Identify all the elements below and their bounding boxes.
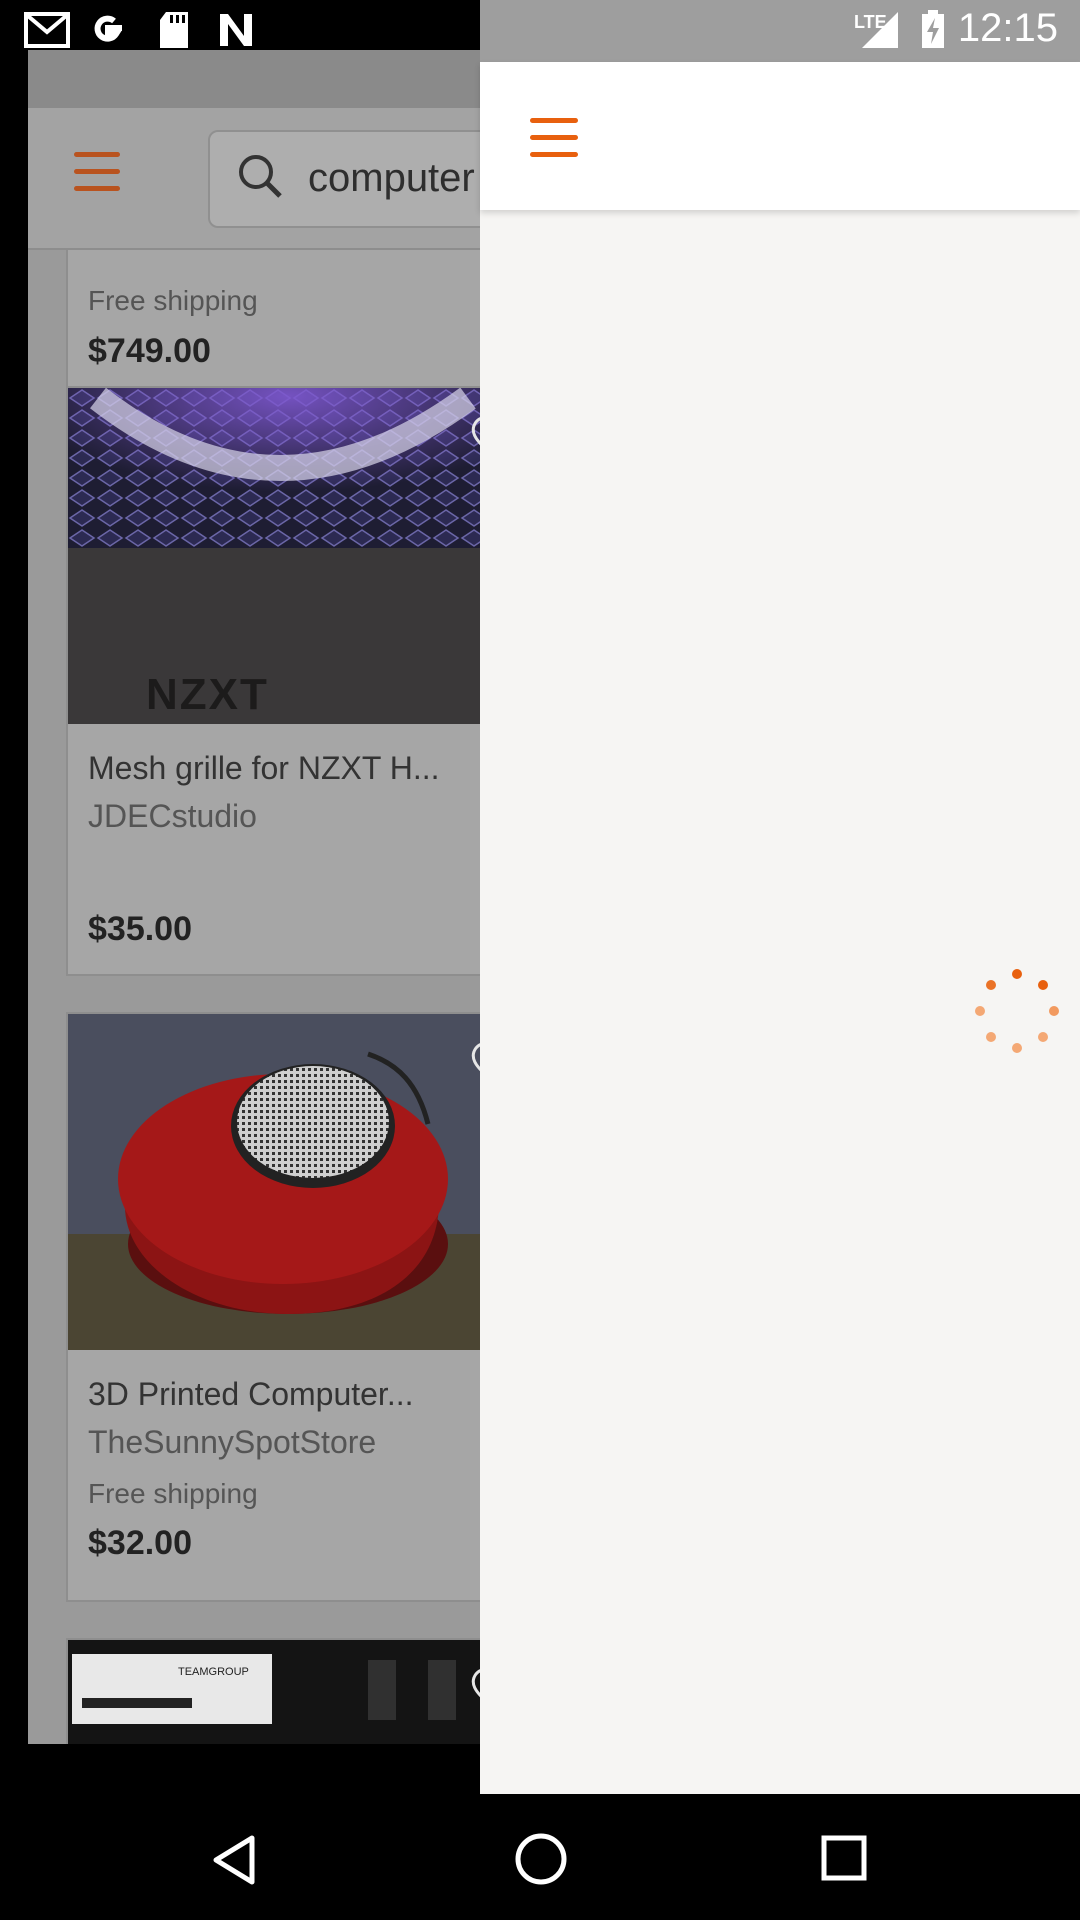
drawer-header xyxy=(480,62,1080,210)
gmail-icon xyxy=(24,12,70,48)
listing-shop: TheSunnySpotStore xyxy=(88,1424,377,1460)
search-input[interactable]: computer xyxy=(308,156,475,201)
listing-shipping: Free shipping xyxy=(88,285,258,316)
clock: 12:15 xyxy=(957,6,1058,50)
back-button[interactable] xyxy=(210,1834,258,1886)
listing-title[interactable]: Mesh grille for NZXT H... xyxy=(88,750,439,787)
listing-title[interactable]: 3D Printed Computer... xyxy=(88,1376,413,1413)
listing-price: $35.00 xyxy=(88,910,192,948)
listing-shipping: Free shipping xyxy=(88,1478,258,1509)
listing-image[interactable] xyxy=(68,1014,480,1350)
google-icon xyxy=(94,15,122,42)
listing-image-text: TEAMGROUP xyxy=(178,1666,249,1678)
lte-signal-icon xyxy=(862,12,898,48)
listing-card[interactable]: NZXT Mesh grille for NZXT H... JDECstudi… xyxy=(66,386,480,976)
listing-image-text: NZXT xyxy=(146,670,269,719)
search-bar[interactable]: computer xyxy=(208,130,480,228)
n-icon xyxy=(220,14,252,46)
favorite-heart-icon[interactable] xyxy=(468,412,480,458)
listing-price: $32.00 xyxy=(88,1524,192,1562)
home-button[interactable] xyxy=(514,1832,568,1886)
app-top-strip xyxy=(28,50,480,108)
listing-card[interactable]: 3D Printed Computer... TheSunnySpotStore… xyxy=(66,1012,480,1602)
navigation-bar xyxy=(0,1794,1080,1920)
navigation-drawer xyxy=(480,62,1080,1794)
listing-image[interactable]: NZXT xyxy=(68,388,480,724)
favorite-heart-icon[interactable] xyxy=(468,1664,480,1710)
sd-card-icon xyxy=(160,12,188,48)
listing-price: $749.00 xyxy=(88,332,211,370)
app-header: computer xyxy=(28,108,480,250)
loading-spinner-icon xyxy=(975,969,1059,1053)
recents-button[interactable] xyxy=(820,1834,868,1882)
battery-charging-icon xyxy=(922,10,944,48)
favorite-heart-icon[interactable] xyxy=(468,1038,480,1084)
hamburger-menu-icon[interactable] xyxy=(530,118,578,169)
listing-image[interactable]: TEAMGROUP xyxy=(68,1640,480,1744)
listing-card[interactable]: TEAMGROUP xyxy=(66,1638,480,1744)
search-icon xyxy=(239,155,282,198)
background-app: Free shipping $749.00 NZXT Mesh grille f… xyxy=(28,50,480,1744)
listing-shop: JDECstudio xyxy=(88,798,257,834)
listing-card[interactable]: Free shipping $749.00 xyxy=(66,230,480,398)
app-menu-icon[interactable] xyxy=(74,152,120,203)
